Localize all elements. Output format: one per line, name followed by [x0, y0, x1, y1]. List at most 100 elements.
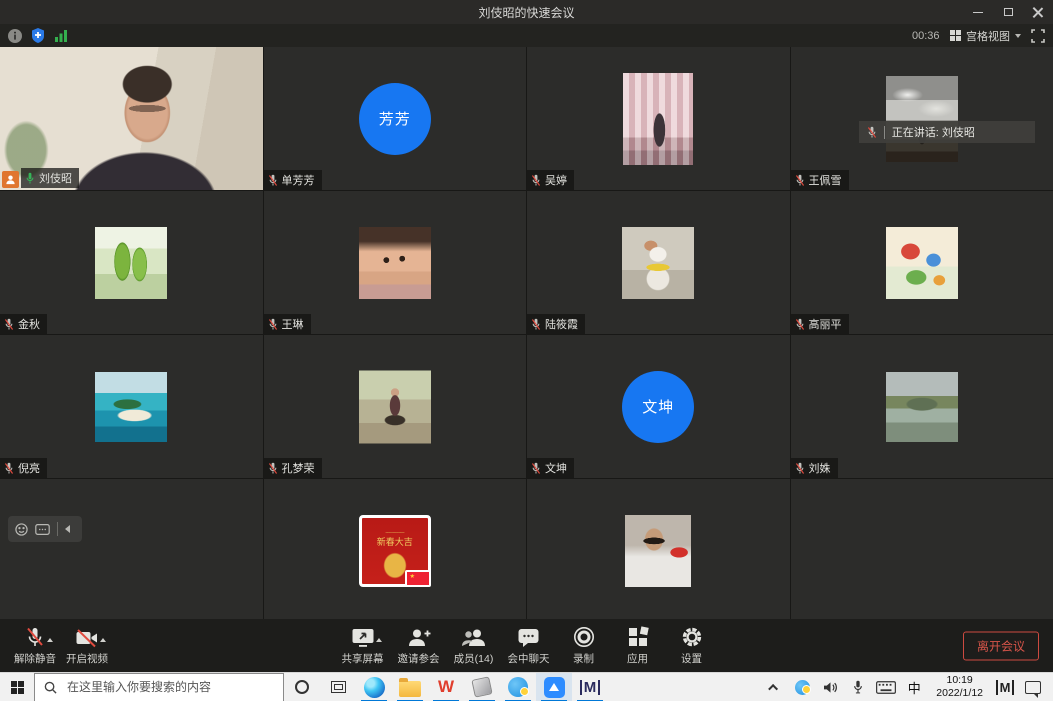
share-screen-button[interactable]: 共享屏幕 [340, 622, 386, 669]
participant-name: 刘伎昭 [39, 170, 72, 186]
participant-name: 陆筱霞 [545, 316, 578, 332]
card-decoration: ﹏﹏﹏ [365, 525, 424, 534]
chat-icon [517, 627, 540, 648]
fullscreen-button[interactable] [1031, 29, 1045, 43]
maximize-button[interactable] [993, 0, 1023, 24]
tray-volume-button[interactable] [818, 673, 842, 701]
action-center-button[interactable] [1021, 673, 1045, 701]
participant-name: 单芳芳 [282, 172, 315, 188]
apps-button[interactable]: 应用 [616, 622, 660, 669]
speaking-indicator: 正在讲话: 刘伎昭 [859, 121, 1035, 143]
windows-taskbar: W M 中 10:19 2022/1/12 M [0, 672, 1053, 701]
meeting-info-icon[interactable] [8, 29, 22, 43]
tray-keyboard-button[interactable] [874, 673, 898, 701]
tray-ime-indicator[interactable]: 中 [902, 673, 926, 701]
meeting-window: 刘伎昭的快速会议 00:36 宫格视图 [0, 0, 1053, 701]
record-button[interactable]: 录制 [562, 622, 606, 669]
speaking-indicator-text: 正在讲话: 刘伎昭 [892, 124, 975, 140]
taskbar-app-notes[interactable] [464, 673, 500, 701]
mic-muted-icon [795, 318, 805, 331]
chevron-up-icon[interactable] [376, 638, 382, 642]
windows-logo-icon [11, 681, 24, 694]
taskbar-app-mindmaster[interactable]: M [572, 673, 608, 701]
chat-button[interactable]: 会中聊天 [506, 622, 552, 669]
view-mode-switcher[interactable]: 宫格视图 [950, 28, 1022, 44]
emoji-icon[interactable] [15, 523, 28, 536]
participant-tile-kongmengrong[interactable]: 孔梦荣 [264, 335, 527, 478]
chat-label: 会中聊天 [508, 651, 550, 666]
meeting-status-bar: 00:36 宫格视图 [0, 24, 1053, 47]
participant-tile-jinqiu[interactable]: 金秋 [0, 191, 263, 334]
taskbar-search[interactable] [34, 673, 284, 701]
keyboard-icon[interactable] [35, 524, 50, 535]
network-signal-icon[interactable] [54, 29, 68, 42]
participant-photo [625, 515, 691, 587]
members-button[interactable]: 成员(14) [452, 622, 496, 669]
meeting-app-icon [544, 677, 565, 698]
mic-muted-icon [867, 126, 877, 139]
meeting-timer: 00:36 [912, 30, 940, 42]
collapse-icon[interactable] [65, 525, 70, 533]
taskbar-app-edge[interactable] [356, 673, 392, 701]
participant-photo [359, 370, 431, 443]
cortana-icon [295, 680, 309, 694]
taskbar-app-qq[interactable] [500, 673, 536, 701]
settings-label: 设置 [681, 651, 702, 666]
participant-name: 孔梦荣 [282, 460, 315, 476]
start-button[interactable] [0, 673, 34, 701]
chevron-up-icon[interactable] [47, 638, 53, 642]
mic-muted-icon [24, 626, 46, 648]
participant-tile-niliang[interactable]: 倪亮 [0, 335, 263, 478]
apps-icon [627, 626, 649, 648]
participant-tile-card[interactable]: ﹏﹏﹏ 新春大吉 [264, 479, 527, 622]
participant-tile-luxiaoxia[interactable]: 陆筱霞 [527, 191, 790, 334]
unmute-button[interactable]: 解除静音 [12, 622, 58, 669]
tray-clock[interactable]: 10:19 2022/1/12 [930, 674, 989, 700]
tray-mic-button[interactable] [846, 673, 870, 701]
taskbar-app-explorer[interactable] [392, 673, 428, 701]
tray-expand-button[interactable] [762, 673, 786, 701]
search-icon [44, 681, 57, 694]
leave-meeting-button[interactable]: 离开会议 [963, 631, 1039, 660]
participant-name: 金秋 [18, 316, 40, 332]
participant-tile-shanfangfang[interactable]: 芳芳 单芳芳 [264, 47, 527, 190]
participant-tile-wenkun[interactable]: 文坤 文坤 [527, 335, 790, 478]
notebook-icon [471, 676, 492, 697]
notification-icon [1025, 681, 1041, 694]
participant-tile-wangpeixue[interactable]: 正在讲话: 刘伎昭 王佩雪 [791, 47, 1053, 190]
participant-tile-liushu[interactable]: 刘姝 [791, 335, 1053, 478]
chevron-up-icon [768, 683, 778, 693]
taskbar-app-meeting[interactable] [536, 673, 572, 701]
share-screen-label: 共享屏幕 [342, 651, 384, 666]
invite-button[interactable]: 邀请参会 [396, 622, 442, 669]
apps-label: 应用 [627, 651, 648, 666]
participant-tile-liujizhao[interactable]: 刘伎昭 [0, 47, 263, 190]
close-button[interactable] [1023, 0, 1053, 24]
host-badge [2, 171, 19, 188]
minimize-button[interactable] [963, 0, 993, 24]
participant-tile-wuting[interactable]: 吴婷 [527, 47, 790, 190]
participant-name: 刘姝 [809, 460, 831, 476]
start-video-button[interactable]: 开启视频 [64, 622, 110, 669]
tray-mindmaster-icon[interactable]: M [993, 673, 1017, 701]
search-input[interactable] [65, 679, 274, 695]
settings-button[interactable]: 设置 [670, 622, 714, 669]
settings-gear-icon [681, 626, 703, 648]
avatar: 芳芳 [359, 83, 431, 155]
security-shield-icon[interactable] [31, 28, 45, 43]
invite-icon [407, 627, 431, 648]
tray-qq-icon[interactable] [790, 673, 814, 701]
participant-tile-gaoliping[interactable]: 高丽平 [791, 191, 1053, 334]
task-view-button[interactable] [320, 673, 356, 701]
mic-muted-icon [4, 318, 14, 331]
folder-icon [399, 681, 421, 697]
taskbar-app-wps[interactable]: W [428, 673, 464, 701]
participant-name: 吴婷 [545, 172, 567, 188]
grid-view-icon [950, 30, 962, 42]
participant-tile-wanglin[interactable]: 王琳 [264, 191, 527, 334]
chevron-up-icon[interactable] [100, 638, 106, 642]
qq-icon [795, 680, 810, 695]
participant-tile-selfie[interactable] [527, 479, 790, 622]
cortana-button[interactable] [284, 673, 320, 701]
chevron-down-icon [1015, 34, 1021, 38]
